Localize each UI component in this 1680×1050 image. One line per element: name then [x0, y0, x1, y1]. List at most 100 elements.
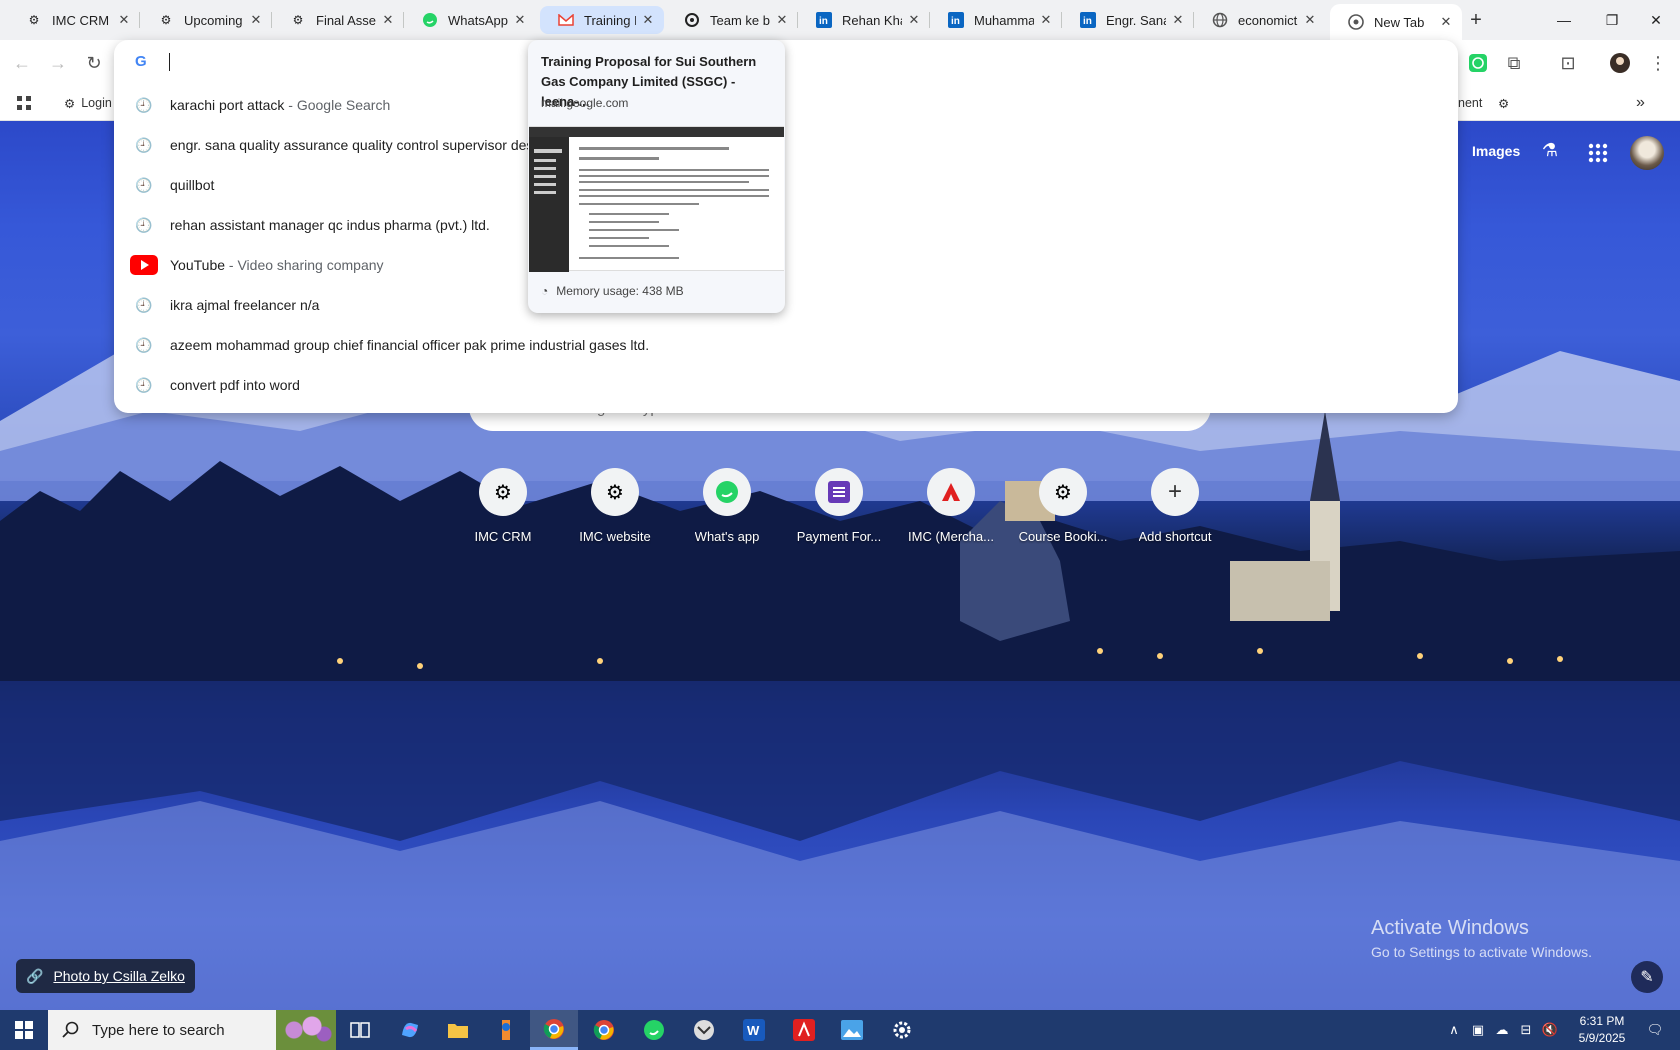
shortcut-imc-merchant[interactable]: IMC (Mercha... [895, 465, 1007, 555]
images-link[interactable]: Images [1472, 143, 1520, 159]
close-icon[interactable]: ✕ [1438, 14, 1454, 30]
tab-hover-card: Training Proposal for Sui Southern Gas C… [528, 40, 785, 313]
chrome-taskbar-icon[interactable] [530, 1010, 578, 1050]
close-icon[interactable]: ✕ [906, 12, 922, 28]
omnibox-input-row[interactable]: G [114, 40, 1458, 84]
linkedin-icon: in [948, 12, 964, 28]
google-apps-icon[interactable] [1586, 141, 1610, 165]
tab-muhammad[interactable]: in Muhammad ✕ [930, 6, 1062, 34]
copilot-icon[interactable] [386, 1010, 434, 1050]
extension-whatsapp-icon[interactable] [1465, 50, 1491, 76]
watermark-subtitle: Go to Settings to activate Windows. [1371, 944, 1592, 960]
tab-rehan-khan[interactable]: in Rehan Khan ✕ [798, 6, 930, 34]
file-explorer-icon[interactable] [434, 1010, 482, 1050]
close-icon[interactable]: ✕ [380, 12, 396, 28]
notifications-icon[interactable]: 🗨 [1638, 1010, 1672, 1050]
suggestion-item[interactable]: 🕘 karachi port attack - Google Search [114, 85, 1458, 125]
close-icon[interactable]: ✕ [512, 12, 528, 28]
imc-icon: ⚙ [591, 468, 639, 516]
suggestion-item[interactable]: 🕘 ikra ajmal freelancer n/a [114, 285, 1458, 325]
taskbar-search-box[interactable]: Type here to search [48, 1010, 336, 1050]
shortcut-label: Course Booki... [1018, 529, 1108, 544]
tab-imc-crm[interactable]: ⚙ IMC CRM ✕ [8, 6, 140, 34]
suggestion-text: ikra ajmal freelancer n/a [170, 297, 320, 313]
clock-date: 5/9/2025 [1578, 1031, 1626, 1045]
windows-start-icon[interactable] [0, 1010, 48, 1050]
system-clock[interactable]: 6:31 PM 5/9/2025 [1570, 1013, 1634, 1047]
imc-icon[interactable]: ⚙ [1498, 92, 1509, 114]
svg-text:in: in [819, 16, 828, 27]
shortcut-course-booking[interactable]: ⚙ Course Booki... [1007, 465, 1119, 555]
app-icon[interactable] [680, 1010, 728, 1050]
photos-icon[interactable] [828, 1010, 876, 1050]
tab-engr-sana[interactable]: in Engr. Sana ✕ [1062, 6, 1194, 34]
close-icon[interactable]: ✕ [116, 12, 132, 28]
volume-muted-icon[interactable]: 🔇 [1538, 1010, 1562, 1050]
svg-text:in: in [1083, 16, 1092, 27]
close-icon[interactable]: ✕ [1038, 12, 1054, 28]
photo-credit[interactable]: 🔗 Photo by Csilla Zelko [16, 959, 195, 993]
tab-upcoming[interactable]: ⚙ Upcoming ✕ [140, 6, 272, 34]
settings-gear-icon[interactable] [878, 1010, 926, 1050]
tab-economictimes[interactable]: economicti ✕ [1194, 6, 1326, 34]
suggestion-item[interactable]: 🕘 engr. sana quality assurance quality c… [114, 125, 1458, 165]
extensions-icon[interactable]: ⧉ [1501, 50, 1527, 76]
shortcut-add[interactable]: + Add shortcut [1119, 465, 1231, 555]
word-icon[interactable]: W [730, 1010, 778, 1050]
close-window-icon[interactable]: ✕ [1632, 0, 1680, 40]
whatsapp-taskbar-icon[interactable] [630, 1010, 678, 1050]
profile-avatar-icon[interactable] [1607, 50, 1633, 76]
shortcut-payment-form[interactable]: Payment For... [783, 465, 895, 555]
imc-icon: ⚙ [1039, 468, 1087, 516]
tab-title: Training Pro [584, 12, 636, 28]
acrobat-icon[interactable] [780, 1010, 828, 1050]
tab-chatgpt[interactable]: Team ke be ✕ [666, 6, 798, 34]
history-icon: 🕘 [135, 136, 153, 153]
minimize-icon[interactable]: — [1540, 0, 1588, 40]
restore-icon[interactable]: ❐ [1588, 0, 1636, 40]
text-cursor [169, 53, 170, 71]
forward-icon[interactable]: → [45, 50, 71, 76]
onedrive-icon[interactable]: ☁ [1490, 1010, 1514, 1050]
tab-title: New Tab [1374, 14, 1425, 30]
tab-training-proposal[interactable]: Training Pro ✕ [540, 6, 664, 34]
apps-grid-icon[interactable] [16, 92, 32, 114]
menu-icon[interactable]: ⋮ [1645, 50, 1671, 76]
bookmark-login[interactable]: ⚙ Login [64, 92, 112, 114]
suggestion-item[interactable]: 🕘 convert pdf into word [114, 365, 1458, 405]
new-tab-button[interactable]: + [1464, 8, 1488, 32]
app-icon[interactable] [482, 1010, 530, 1050]
chevron-up-icon[interactable]: ∧ [1442, 1010, 1466, 1050]
bookmark-management[interactable]: nent [1458, 92, 1482, 114]
suggestion-item[interactable]: 🕘 quillbot [114, 165, 1458, 205]
shortcut-imc-crm[interactable]: ⚙ IMC CRM [447, 465, 559, 555]
meet-now-icon[interactable]: ▣ [1466, 1010, 1490, 1050]
back-icon[interactable]: ← [9, 50, 35, 76]
tab-title: Engr. Sana [1106, 12, 1166, 28]
chrome-taskbar-icon-2[interactable] [580, 1010, 628, 1050]
windows-taskbar: Type here to search W ∧ ▣ ☁ ⊟ 🔇 6:31 PM … [0, 1010, 1680, 1050]
customize-pencil-icon[interactable]: ✎ [1631, 961, 1663, 993]
suggestion-item[interactable]: YouTube - Video sharing company [114, 245, 1458, 285]
chevron-right-icon[interactable]: » [1636, 92, 1645, 114]
task-view-icon[interactable] [336, 1010, 384, 1050]
shortcut-whatsapp[interactable]: What's app [671, 465, 783, 555]
tab-whatsapp[interactable]: WhatsApp ✕ [404, 6, 536, 34]
network-icon[interactable]: ⊟ [1514, 1010, 1538, 1050]
google-account-avatar[interactable] [1630, 136, 1664, 170]
tab-search-icon[interactable]: ⊡ [1555, 50, 1581, 76]
labs-flask-icon[interactable]: ⚗ [1538, 140, 1562, 164]
tab-final-assess[interactable]: ⚙ Final Assess ✕ [272, 6, 404, 34]
suggestion-item[interactable]: 🕘 azeem mohammad group chief financial o… [114, 325, 1458, 365]
reload-icon[interactable]: ↻ [81, 50, 107, 76]
tab-new-tab[interactable]: New Tab ✕ [1330, 4, 1462, 40]
tab-title: WhatsApp [448, 12, 508, 28]
tab-title: Upcoming [184, 12, 243, 28]
close-icon[interactable]: ✕ [1170, 12, 1186, 28]
close-icon[interactable]: ✕ [248, 12, 264, 28]
suggestion-item[interactable]: 🕘 rehan assistant manager qc indus pharm… [114, 205, 1458, 245]
close-icon[interactable]: ✕ [640, 12, 656, 28]
close-icon[interactable]: ✕ [1302, 12, 1318, 28]
close-icon[interactable]: ✕ [774, 12, 790, 28]
shortcut-imc-website[interactable]: ⚙ IMC website [559, 465, 671, 555]
